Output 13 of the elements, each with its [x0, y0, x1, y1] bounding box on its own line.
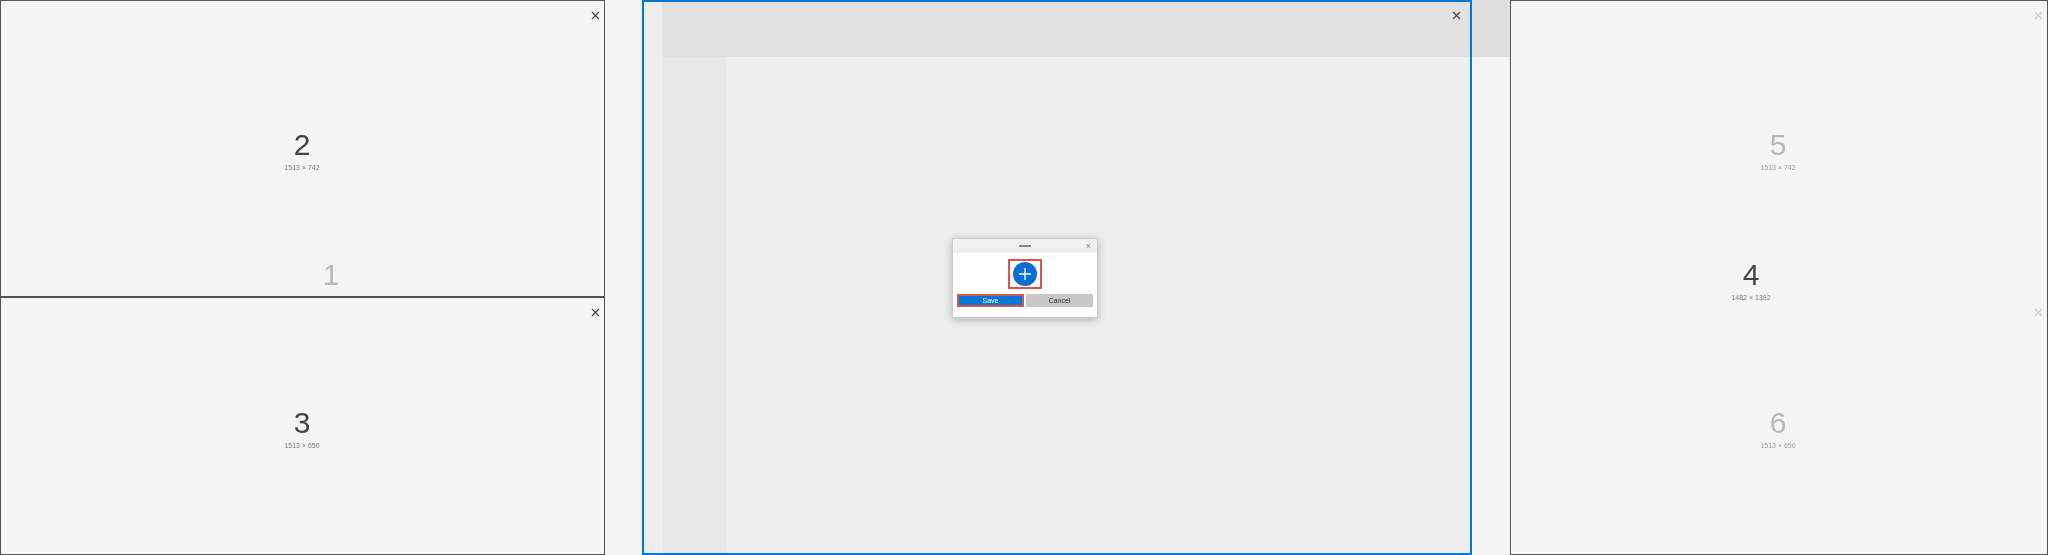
- close-button[interactable]: ×: [1085, 239, 1091, 253]
- zone-number: 5: [1769, 129, 1787, 160]
- drag-handle-icon[interactable]: [1019, 245, 1031, 247]
- zone-number: 4: [1742, 259, 1760, 290]
- zone-number: 2: [293, 129, 311, 160]
- zone-number: 3: [293, 407, 311, 438]
- plus-icon: [1013, 262, 1037, 286]
- zone-number: 1: [322, 260, 340, 290]
- close-icon[interactable]: [591, 11, 600, 20]
- close-icon[interactable]: [1452, 11, 1461, 20]
- add-button[interactable]: [1008, 259, 1042, 289]
- close-icon[interactable]: [591, 308, 600, 317]
- zone-number: 6: [1769, 407, 1787, 438]
